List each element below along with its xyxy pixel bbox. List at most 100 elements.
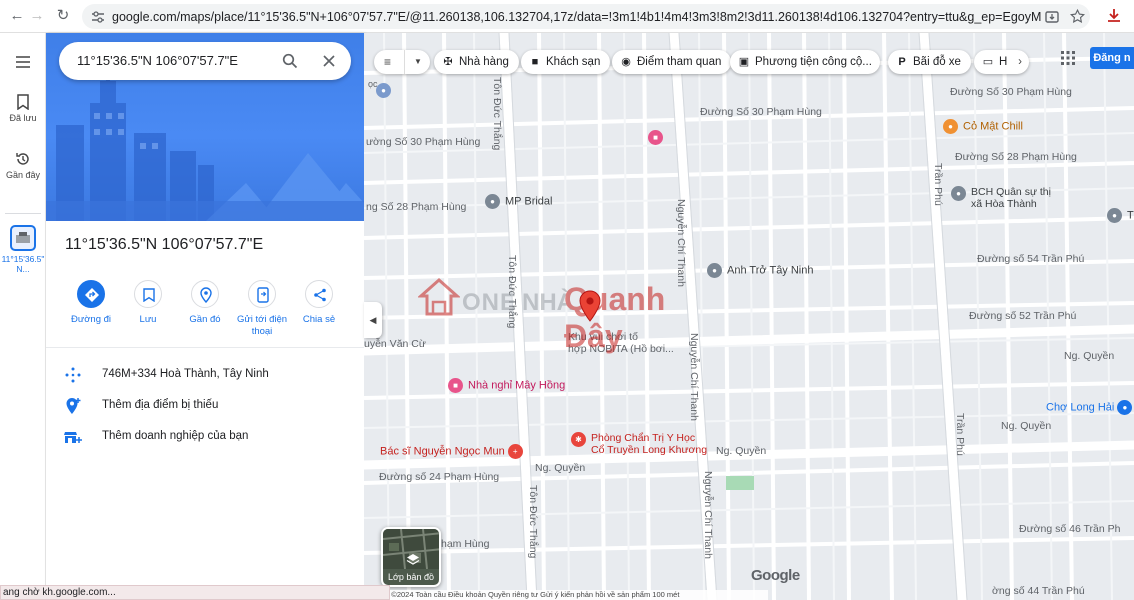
close-icon[interactable] bbox=[322, 54, 336, 68]
back-arrow-icon[interactable]: ← bbox=[6, 5, 28, 27]
plus-code-text: 746M+334 Hoà Thành, Tây Ninh bbox=[102, 368, 269, 380]
chevron-down-icon: ▼ bbox=[414, 57, 422, 66]
street-label: Trần Phú bbox=[954, 413, 966, 456]
panel-divider bbox=[46, 347, 364, 348]
watermark-one: ONE bbox=[462, 289, 518, 316]
send-to-phone-button[interactable]: Gửi tới điện thoại bbox=[230, 280, 294, 338]
government-pin-icon: ● bbox=[951, 186, 966, 201]
chip-more[interactable]: ▭ H › bbox=[974, 50, 1029, 74]
map-type-selector[interactable]: ≡ ▼ bbox=[374, 50, 430, 74]
poi-marker[interactable]: ■ bbox=[648, 130, 668, 145]
shop-pin-icon: ● bbox=[707, 263, 722, 278]
add-missing-place-row[interactable]: Thêm địa điểm bị thiếu bbox=[46, 394, 364, 418]
chip-restaurants-label: Nhà hàng bbox=[459, 56, 509, 68]
street-label: Đường Số 28 Phạm Hùng bbox=[955, 151, 1077, 163]
save-button[interactable]: Lưu bbox=[116, 280, 180, 326]
rail-divider bbox=[5, 213, 41, 214]
nearby-label: Gần đó bbox=[189, 314, 221, 325]
poi-label: Bác sĩ Nguyễn Ngọc Mun bbox=[380, 445, 505, 458]
bookmark-star-icon[interactable] bbox=[1069, 8, 1086, 25]
directions-button[interactable]: Đường đi bbox=[59, 280, 123, 326]
left-rail: Đã lưu Gần đây 11°15'36.5" N... bbox=[0, 33, 46, 600]
poi-label: Cỏ Mật Chill bbox=[963, 120, 1023, 133]
chip-transit[interactable]: ▣ Phương tiện công cộ... bbox=[730, 50, 880, 74]
poi-bac-si[interactable]: Bác sĩ Nguyễn Ngọc Mun + bbox=[380, 444, 523, 459]
street-label: Trần Phú bbox=[932, 163, 944, 206]
place-icon: ● bbox=[376, 83, 391, 98]
place-panel: 11°15'36.5"N 106°07'57.7"E 11°15'36.5"N … bbox=[46, 33, 364, 600]
poi-right-edge[interactable]: ● T bbox=[1107, 208, 1134, 223]
chip-attractions[interactable]: ◉ Điểm tham quan bbox=[612, 50, 732, 74]
poi-phong-chan-tri[interactable]: ✱ Phòng Chẩn Trị Y Học Cổ Truyền Long Khươ… bbox=[571, 432, 707, 456]
shop-pin-icon: ● bbox=[1107, 208, 1122, 223]
apps-grid-icon[interactable] bbox=[1061, 51, 1075, 65]
map-canvas[interactable]: ≡ ▼ ✠ Nhà hàng ■ Khách sạn ◉ Điểm tham quan… bbox=[364, 33, 1134, 600]
download-icon[interactable] bbox=[1105, 7, 1123, 25]
plus-code-icon bbox=[65, 367, 81, 383]
poi-mp-bridal[interactable]: ● MP Bridal bbox=[485, 194, 552, 209]
place-hero-illustration: 11°15'36.5"N 106°07'57.7"E bbox=[46, 33, 364, 221]
collapse-panel-button[interactable]: ◀ bbox=[364, 302, 382, 338]
search-input[interactable]: 11°15'36.5"N 106°07'57.7"E bbox=[77, 53, 277, 68]
poi-anh-tro[interactable]: ● Anh Trở Tây Ninh bbox=[707, 263, 814, 278]
directions-label: Đường đi bbox=[70, 314, 112, 325]
chip-hotels[interactable]: ■ Khách sạn bbox=[521, 50, 611, 74]
medical-pin-icon: ✱ bbox=[571, 432, 586, 447]
share-icon bbox=[305, 280, 333, 308]
watermark-house-icon bbox=[418, 277, 460, 316]
map-footer: Dữ liệu bản đồ ©2024 Toàn cầu Điều khoản… bbox=[340, 590, 768, 600]
send-to-phone-label: Gửi tới điện thoại bbox=[236, 314, 288, 337]
street-label: ường Số 30 Phạm Hùng bbox=[366, 136, 481, 148]
location-pin-icon[interactable] bbox=[579, 290, 601, 322]
medical-pin-icon: + bbox=[507, 444, 523, 459]
place-thumbnail bbox=[10, 225, 36, 251]
search-icon[interactable] bbox=[282, 53, 298, 69]
chip-hotels-label: Khách sạn bbox=[546, 56, 601, 68]
site-settings-icon[interactable] bbox=[90, 9, 106, 25]
plus-code-row[interactable]: 746M+334 Hoà Thành, Tây Ninh bbox=[46, 363, 364, 387]
poi-nha-nghi[interactable]: ■ Nhà nghỉ Mây Hồng bbox=[448, 378, 565, 393]
install-app-icon[interactable] bbox=[1044, 9, 1060, 25]
watermark: ONE NHÀ Quanh Đây bbox=[418, 277, 718, 354]
add-business-icon bbox=[64, 432, 82, 443]
pharmacy-icon: ▭ bbox=[982, 56, 994, 68]
reload-icon[interactable]: ↻ bbox=[52, 5, 74, 27]
login-button[interactable]: Đăng n bbox=[1090, 47, 1134, 69]
poi-bch[interactable]: ● BCH Quân sự thị xã Hòa Thành bbox=[951, 186, 1051, 210]
recent-button[interactable]: Gần đây bbox=[0, 151, 46, 180]
hotel-pin-icon: ■ bbox=[448, 378, 463, 393]
address-bar[interactable]: google.com/maps/place/11°15'36.5"N+106°0… bbox=[82, 4, 1090, 29]
share-button[interactable]: Chia sẻ bbox=[287, 280, 351, 326]
map-layers-button[interactable]: Lớp bản đồ bbox=[381, 527, 441, 587]
saved-button[interactable]: Đã lưu bbox=[0, 94, 46, 123]
street-label: Ng. Quyền bbox=[716, 445, 767, 457]
poi-co-mat-chill[interactable]: ● Cỏ Mật Chill bbox=[943, 119, 1023, 134]
add-business-row[interactable]: Thêm doanh nghiệp của bạn bbox=[46, 425, 364, 449]
cafe-pin-icon: ● bbox=[943, 119, 958, 134]
poi-label: Phòng Chẩn Trị Y Học bbox=[591, 432, 696, 444]
forward-arrow-icon[interactable]: → bbox=[26, 5, 48, 27]
poi-marker[interactable]: ● bbox=[376, 83, 396, 98]
street-label: Đường Số 30 Phạm Hùng bbox=[950, 86, 1072, 98]
layers-mini-icon: ≡ bbox=[384, 55, 392, 69]
current-place-button[interactable]: 11°15'36.5" N... bbox=[0, 225, 46, 274]
bookmark-icon bbox=[17, 94, 29, 110]
save-label: Lưu bbox=[139, 314, 157, 325]
poi-label: T bbox=[1127, 209, 1134, 222]
street-label: Ng. Quyền bbox=[535, 462, 586, 474]
street-label: Đường số 54 Trần Phú bbox=[977, 253, 1085, 265]
chip-parking-label: Bãi đỗ xe bbox=[913, 56, 961, 68]
chevron-right-icon: › bbox=[1018, 56, 1022, 68]
nearby-icon bbox=[191, 280, 219, 308]
add-business-text: Thêm doanh nghiệp của bạn bbox=[102, 430, 249, 442]
transit-icon: ▣ bbox=[738, 56, 750, 68]
chip-restaurants[interactable]: ✠ Nhà hàng bbox=[434, 50, 519, 74]
history-icon bbox=[16, 153, 29, 165]
nearby-button[interactable]: Gần đó bbox=[173, 280, 237, 326]
poi-cho-long-hai[interactable]: Chợ Long Hải ● bbox=[1046, 400, 1133, 415]
search-box[interactable]: 11°15'36.5"N 106°07'57.7"E bbox=[59, 42, 351, 80]
street-label: Ng. Quyền bbox=[1001, 420, 1052, 432]
poi-label: MP Bridal bbox=[505, 195, 553, 208]
menu-button[interactable] bbox=[0, 55, 46, 72]
chip-parking[interactable]: P Bãi đỗ xe bbox=[888, 50, 971, 74]
